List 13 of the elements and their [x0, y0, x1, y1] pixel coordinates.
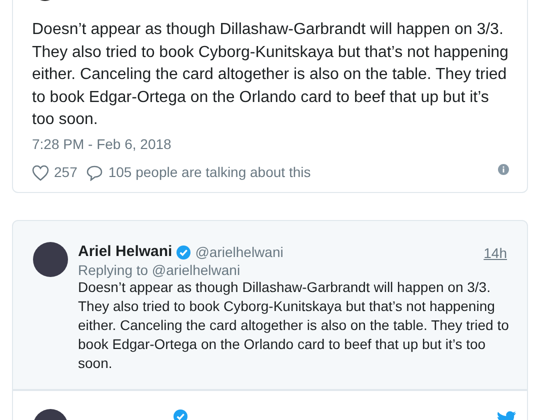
info-icon[interactable]	[498, 164, 509, 175]
speech-bubble-icon[interactable]	[86, 164, 104, 180]
like-count: 257	[54, 163, 78, 182]
heart-icon[interactable]	[32, 164, 49, 180]
author-handle[interactable]: @arielhelwani	[195, 242, 284, 263]
tweet-time[interactable]: 14h	[484, 243, 507, 264]
tweet-text: Doesn’t appear as though Dillashaw-Garbrandt will happen on 3/3. They also tried to book Cyborg-Kunitskaya but that’s not happening either. Canceling the card altogether is also on the table. They tried to book Edgar-Ortega on the Orlando card to beef that up but it’s too soon.	[32, 20, 510, 130]
timestamp: 7:28 PM - Feb 6, 2018	[32, 135, 172, 154]
avatar	[33, 242, 68, 277]
talking-link[interactable]: 105 people are talking about this	[108, 162, 311, 183]
replying-to: Replying to @arielhelwani	[78, 261, 240, 280]
tweet-text: Doesn’t appear as though Dillashaw-Garbrandt will happen on 3/3. They also tried to book Cyborg-Kunitskaya but that’s not happening either. Canceling the card altogether is also on the table. They tried to book Edgar-Ortega on the Orlando card to beef that up but it’s too soon.	[78, 278, 510, 373]
author-name[interactable]: Ariel Helwani	[78, 241, 172, 264]
